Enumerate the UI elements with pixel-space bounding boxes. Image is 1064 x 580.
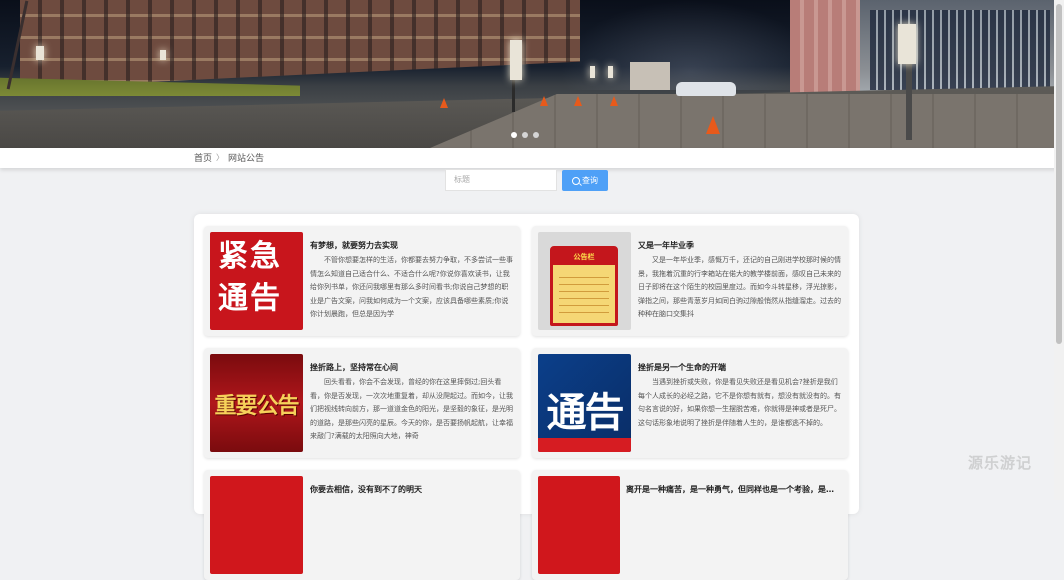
notice-excerpt: 又是一年毕业季，感慨万千，还记的自己刚进学校那时候的情景，我拖着沉重的行李箱站在… [638,254,842,335]
page-scrollbar[interactable] [1054,0,1064,500]
hero-banner-carousel[interactable] [0,0,1064,148]
urgent-notice-image[interactable]: 紧急 通告 [210,232,303,330]
traffic-cone [610,96,618,106]
breadcrumb-separator: 〉 [216,152,224,163]
notice-excerpt: 当遇到挫折或失败，你是看见失败还是看见机会?挫折是我们每个人成长的必经之路，它不… [638,376,842,457]
street-lamp [510,40,522,80]
scrollbar-thumb[interactable] [1056,4,1062,344]
thumb-text: 紧急 [218,240,282,274]
carousel-indicators [511,132,539,138]
street-lamp [898,24,916,64]
breadcrumb: 首页 〉 网站公告 [194,151,264,164]
notice-title[interactable]: 挫折是另一个生命的开端 [638,362,843,373]
traffic-cone [540,96,548,106]
notice-list-panel: 紧急 通告 有梦想，就要努力去实现 不管你想要怎样的生活，你都要去努力争取，不多… [194,214,859,514]
street-lamp [608,66,613,78]
street-lamp [590,66,595,78]
notice-card[interactable]: 重要公告 挫折路上，坚持常在心间 回头看看，你会不会发现，曾经的你在这里摔倒过;… [204,348,520,458]
campus-building-left [20,0,580,88]
bulletin-lines [559,271,609,317]
street-lamp [160,50,166,60]
breadcrumb-bar: 首页 〉 网站公告 [0,148,1064,168]
notice-excerpt: 回头看看，你会不会发现，曾经的你在这里摔倒过;回头看看，你是否发现，一次次地重复… [310,376,514,457]
traffic-cone [706,116,720,134]
announcement-image[interactable]: 通告 [538,354,631,452]
notice-card[interactable]: 离开是一种痛苦，是一种勇气，但同样也是一个考验，是一个... [532,470,848,580]
traffic-cone [574,96,582,106]
carousel-dot[interactable] [511,132,517,138]
thumb-text: 通告 [538,380,631,438]
notice-title[interactable]: 又是一年毕业季 [638,240,843,251]
street-lamp [36,46,44,60]
breadcrumb-home-link[interactable]: 首页 [194,151,212,164]
important-notice-image[interactable]: 重要公告 [210,354,303,452]
notice-title[interactable]: 你要去相信，没有到不了的明天 [310,484,515,495]
watermark-logo: 源乐游记 [968,452,1032,473]
bulletin-board-image[interactable]: 公告栏 [538,232,631,330]
bulletin-paper: 公告栏 [550,246,618,326]
notice-title[interactable]: 挫折路上，坚持常在心间 [310,362,515,373]
bulletin-header: 公告栏 [553,249,615,265]
red-notice-image[interactable] [538,476,620,574]
notice-card[interactable]: 紧急 通告 有梦想，就要努力去实现 不管你想要怎样的生活，你都要去努力争取，不多… [204,226,520,336]
lamp-post [906,60,912,140]
notice-card[interactable]: 公告栏 又是一年毕业季 又是一年毕业季，感慨万千，还记的自己刚进学校那时候的情景… [532,226,848,336]
notice-title[interactable]: 离开是一种痛苦，是一种勇气，但同样也是一个考验，是一个... [626,484,841,495]
carousel-dot[interactable] [522,132,528,138]
sky-glow [560,0,820,90]
notice-title[interactable]: 有梦想，就要努力去实现 [310,240,515,251]
breadcrumb-current[interactable]: 网站公告 [228,151,264,164]
red-notice-image[interactable] [210,476,303,574]
notice-excerpt: 不管你想要怎样的生活，你都要去努力争取，不多尝试一些事情怎么知道自己适合什么、不… [310,254,514,335]
glass-building-right [790,0,1064,100]
carousel-dot[interactable] [533,132,539,138]
title-search-input[interactable]: 标题 [445,169,557,191]
red-band [538,438,631,452]
notice-card[interactable]: 通告 挫折是另一个生命的开端 当遇到挫折或失败，你是看见失败还是看见机会?挫折是… [532,348,848,458]
thumb-text: 重要公告 [210,388,303,420]
search-button[interactable]: 查询 [562,170,608,191]
search-button-label: 查询 [582,175,598,186]
distant-building [630,62,670,90]
notice-card[interactable]: 你要去相信，没有到不了的明天 [204,470,520,580]
traffic-cone [440,98,448,108]
parked-car [676,82,736,96]
search-icon [572,177,580,185]
thumb-text: 通告 [218,282,282,316]
